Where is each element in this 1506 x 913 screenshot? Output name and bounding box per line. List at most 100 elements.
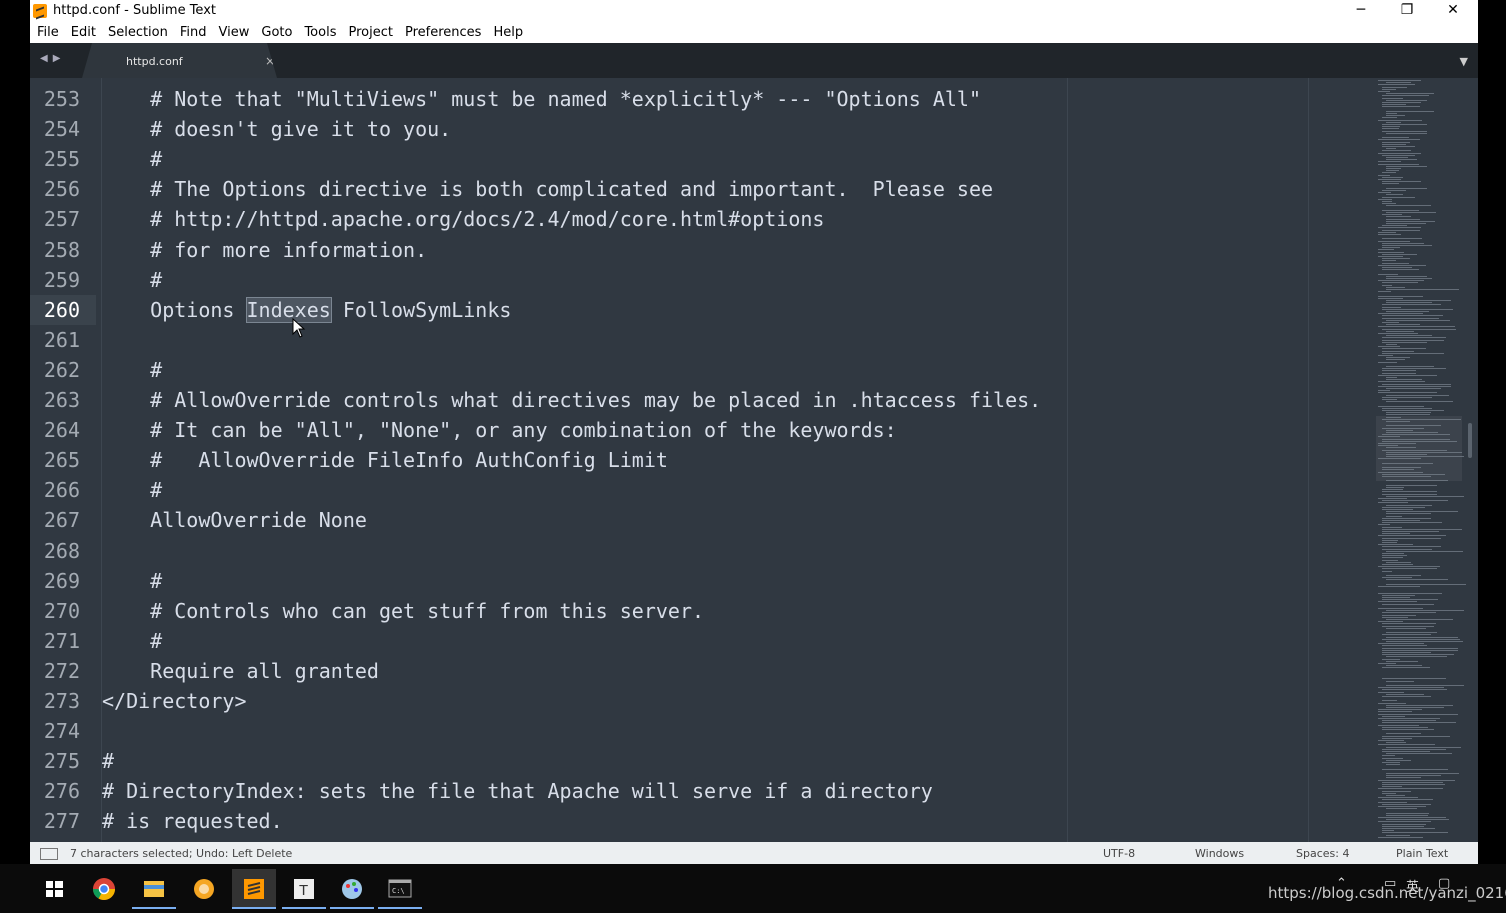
code-line[interactable]: 253 # Note that "MultiViews" must be nam… — [30, 84, 1370, 114]
code-line[interactable]: 269 # — [30, 566, 1370, 596]
code-text[interactable]: # AllowOverride controls what directives… — [102, 385, 1041, 415]
minimap-line — [1382, 183, 1399, 185]
indentation-indicator[interactable]: Spaces: 4 — [1296, 847, 1349, 860]
menu-tools[interactable]: Tools — [304, 22, 336, 43]
minimap-line — [1378, 179, 1401, 180]
code-line[interactable]: 276 # DirectoryIndex: sets the file that … — [30, 776, 1370, 806]
menu-find[interactable]: Find — [180, 22, 207, 43]
minimap-line — [1386, 550, 1464, 552]
minimap-line — [1386, 665, 1423, 667]
code-line[interactable]: 255 # — [30, 144, 1370, 174]
code-line[interactable]: 272 Require all granted — [30, 656, 1370, 686]
tab-httpd-conf[interactable]: httpd.conf × — [82, 43, 277, 78]
code-line[interactable]: 266 # — [30, 475, 1370, 505]
tab-dropdown-icon[interactable]: ▼ — [1460, 55, 1468, 68]
code-line[interactable]: 260 Options Indexes FollowSymLinks — [30, 294, 1370, 325]
code-text[interactable]: # — [102, 265, 162, 295]
notification-icon[interactable]: ▢ — [1438, 876, 1450, 891]
minimap-line — [1386, 412, 1431, 414]
code-text[interactable]: Options Indexes FollowSymLinks — [102, 295, 511, 325]
windows-start-icon[interactable] — [32, 869, 76, 909]
line-endings-indicator[interactable]: Windows — [1195, 847, 1244, 860]
minimize-button[interactable]: ─ — [1338, 0, 1384, 22]
code-text[interactable]: # Controls who can get stuff from this s… — [102, 596, 704, 626]
code-text[interactable]: # AllowOverride FileInfo AuthConfig Limi… — [102, 445, 668, 475]
minimap[interactable] — [1376, 78, 1466, 842]
minimap-line — [1382, 526, 1402, 528]
code-line[interactable]: 271 # — [30, 626, 1370, 656]
code-text[interactable]: # — [102, 626, 162, 656]
code-line[interactable]: 262 # — [30, 355, 1370, 385]
vertical-scrollbar[interactable] — [1468, 423, 1472, 458]
close-button[interactable]: ✕ — [1430, 0, 1476, 22]
terminal-icon[interactable]: C:\ — [378, 869, 422, 909]
code-line[interactable]: 261 — [30, 325, 1370, 355]
browser-orange-icon[interactable] — [182, 869, 226, 909]
minimap-line — [1386, 579, 1448, 581]
minimap-line — [1386, 759, 1412, 761]
paint-icon[interactable] — [330, 869, 374, 909]
code-line[interactable]: 254 # doesn't give it to you. — [30, 114, 1370, 144]
code-line[interactable]: 258 # for more information. — [30, 235, 1370, 265]
syntax-indicator[interactable]: Plain Text — [1396, 847, 1448, 860]
code-line[interactable]: 256 # The Options directive is both comp… — [30, 174, 1370, 204]
menu-selection[interactable]: Selection — [108, 22, 168, 43]
code-line[interactable]: 264 # It can be "All", "None", or any co… — [30, 415, 1370, 445]
tray-chevron-icon[interactable]: ⌃ — [1336, 876, 1347, 891]
typora-icon[interactable]: T — [282, 869, 326, 909]
code-text[interactable]: # for more information. — [102, 235, 427, 265]
code-text[interactable]: # is requested. — [102, 806, 283, 836]
code-text[interactable]: # — [102, 355, 162, 385]
editor-area[interactable]: 253 # Note that "MultiViews" must be nam… — [30, 78, 1478, 842]
code-line[interactable]: 274 — [30, 716, 1370, 746]
minimap-line — [1382, 825, 1425, 827]
code-text[interactable]: AllowOverride None — [102, 505, 367, 535]
selected-text[interactable]: Indexes — [245, 296, 332, 323]
code-line[interactable]: 268 — [30, 536, 1370, 566]
sublime-text-taskbar-icon[interactable] — [232, 869, 276, 909]
menu-help[interactable]: Help — [493, 22, 523, 43]
code-text[interactable]: # — [102, 475, 162, 505]
code-text[interactable]: # Note that "MultiViews" must be named *… — [102, 84, 981, 114]
code-line[interactable]: 263 # AllowOverride controls what direct… — [30, 385, 1370, 415]
ime-indicator[interactable]: 英 — [1406, 876, 1419, 895]
code-text[interactable]: </Directory> — [102, 686, 247, 716]
menu-edit[interactable]: Edit — [71, 22, 96, 43]
code-line[interactable]: 270 # Controls who can get stuff from th… — [30, 596, 1370, 626]
line-number: 253 — [43, 87, 80, 111]
menu-project[interactable]: Project — [348, 22, 392, 43]
minimap-line — [1378, 663, 1397, 664]
code-text[interactable]: # It can be "All", "None", or any combin… — [102, 415, 897, 445]
code-line[interactable]: 277 # is requested. — [30, 806, 1370, 836]
code-text[interactable]: # doesn't give it to you. — [102, 114, 451, 144]
code-text[interactable]: # http://httpd.apache.org/docs/2.4/mod/c… — [102, 204, 824, 234]
menu-file[interactable]: File — [37, 22, 59, 43]
menu-preferences[interactable]: Preferences — [405, 22, 481, 43]
code-text[interactable]: # — [102, 746, 114, 776]
code-text[interactable]: Require all granted — [102, 656, 379, 686]
minimap-line — [1378, 801, 1407, 803]
code-line[interactable]: 259 # — [30, 265, 1370, 295]
menu-goto[interactable]: Goto — [261, 22, 292, 43]
network-icon[interactable]: ▭ — [1384, 876, 1396, 891]
code-line[interactable]: 257 # http://httpd.apache.org/docs/2.4/m… — [30, 204, 1370, 234]
minimap-line — [1382, 616, 1408, 618]
encoding-indicator[interactable]: UTF-8 — [1103, 847, 1135, 860]
code-text[interactable]: # DirectoryIndex: sets the file that Apa… — [102, 776, 933, 806]
code-line[interactable]: 267 AllowOverride None — [30, 505, 1370, 535]
minimap-line — [1382, 790, 1412, 792]
panel-toggle-icon[interactable] — [40, 848, 58, 860]
maximize-button[interactable]: ❐ — [1384, 0, 1430, 22]
tab-close-icon[interactable]: × — [265, 54, 275, 68]
code-line[interactable]: 273 </Directory> — [30, 686, 1370, 716]
chrome-icon[interactable] — [82, 869, 126, 909]
minimap-line — [1382, 473, 1445, 475]
tab-nav-arrows-icon[interactable]: ◀▶ — [40, 53, 65, 64]
code-line[interactable]: 275 # — [30, 746, 1370, 776]
code-line[interactable]: 265 # AllowOverride FileInfo AuthConfig … — [30, 445, 1370, 475]
code-text[interactable]: # The Options directive is both complica… — [102, 174, 993, 204]
code-text[interactable]: # — [102, 144, 162, 174]
code-text[interactable]: # — [102, 566, 162, 596]
file-explorer-icon[interactable] — [132, 869, 176, 909]
menu-view[interactable]: View — [219, 22, 250, 43]
